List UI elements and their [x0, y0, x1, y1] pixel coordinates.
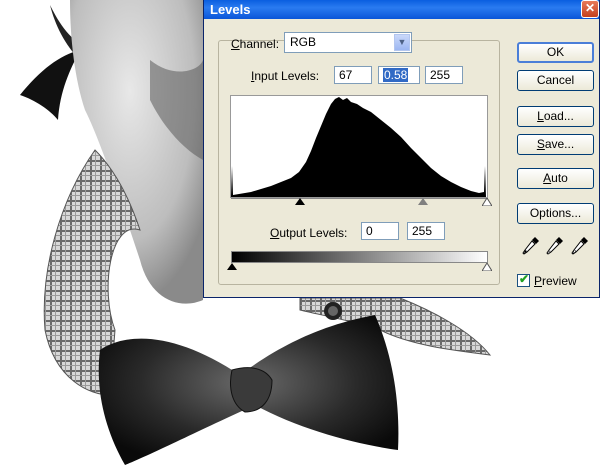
output-white-slider[interactable]	[482, 263, 492, 271]
input-levels-label: Input Levels:	[251, 69, 320, 83]
levels-dialog: Levels ✕ Channel: RGB ▼ Input Levels: 67…	[203, 0, 600, 298]
output-levels-label: Output Levels:	[270, 226, 348, 240]
cancel-button[interactable]: Cancel	[517, 70, 594, 91]
output-black-field[interactable]: 0	[361, 222, 399, 240]
options-button[interactable]: Options...	[517, 203, 594, 224]
chevron-down-icon[interactable]: ▼	[394, 34, 410, 51]
histogram	[230, 95, 488, 198]
channel-value: RGB	[290, 35, 317, 49]
dialog-titlebar[interactable]: Levels ✕	[204, 0, 599, 19]
histogram-curve	[231, 97, 486, 197]
preview-checkbox[interactable]: ✔	[517, 272, 530, 287]
output-black-slider[interactable]	[227, 263, 237, 270]
close-button[interactable]: ✕	[581, 0, 599, 18]
checkmark-icon: ✔	[519, 272, 530, 286]
load-button[interactable]: Load...	[517, 106, 594, 127]
input-black-slider[interactable]	[295, 198, 305, 205]
input-gamma-slider[interactable]	[418, 198, 428, 205]
output-white-field[interactable]: 255	[407, 222, 445, 240]
input-slider-track	[231, 198, 488, 199]
eyedropper-black-icon[interactable]	[522, 236, 540, 256]
preview-label: Preview	[534, 274, 577, 288]
channel-select[interactable]: RGB ▼	[284, 32, 412, 53]
input-white-slider[interactable]	[482, 198, 492, 206]
input-gamma-value: 0.58	[383, 68, 409, 82]
channel-label: Channel:	[231, 37, 280, 51]
input-gamma-field[interactable]: 0.58	[378, 66, 420, 84]
save-button[interactable]: Save...	[517, 134, 594, 155]
input-black-field[interactable]: 67	[334, 66, 372, 84]
close-icon: ✕	[584, 1, 596, 15]
ok-button[interactable]: OK	[517, 42, 594, 63]
dialog-title: Levels	[210, 2, 251, 17]
eyedropper-gray-icon[interactable]	[546, 236, 564, 256]
auto-button[interactable]: Auto	[517, 168, 594, 189]
input-white-field[interactable]: 255	[425, 66, 463, 84]
eyedropper-white-icon[interactable]	[571, 236, 589, 256]
output-gradient-bar	[231, 251, 488, 263]
histogram-plot	[231, 97, 486, 197]
